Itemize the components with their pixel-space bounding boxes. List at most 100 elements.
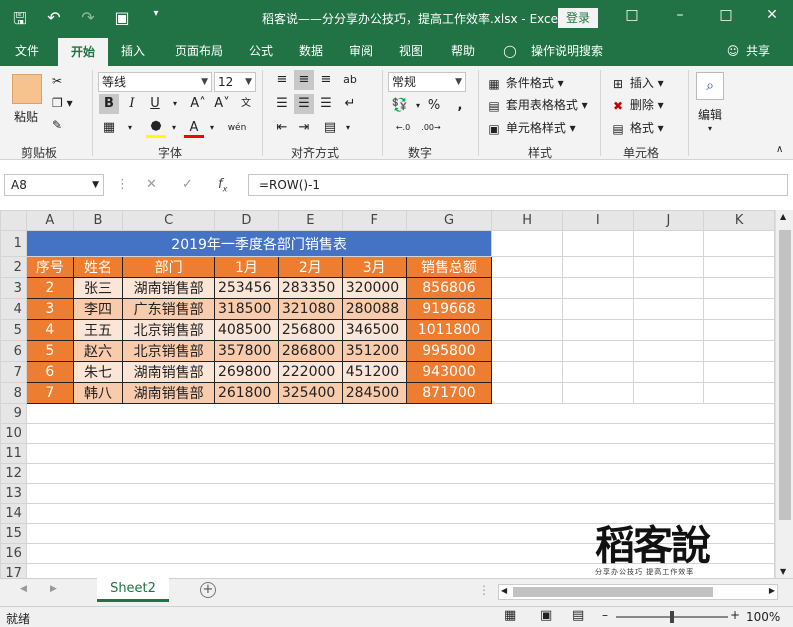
cell[interactable]: [562, 277, 634, 299]
header-cell[interactable]: 3月: [341, 256, 407, 278]
tab-data[interactable]: 数据: [290, 36, 332, 66]
fill-color-icon[interactable]: ⯄: [146, 118, 166, 138]
data-cell[interactable]: 283350: [277, 277, 343, 299]
cell[interactable]: [491, 298, 563, 320]
increase-font-icon[interactable]: A˄: [188, 94, 208, 114]
cell[interactable]: [703, 319, 775, 341]
decrease-font-icon[interactable]: A˅: [212, 94, 232, 114]
formula-input[interactable]: =ROW()-1: [248, 174, 788, 196]
data-cell[interactable]: 351200: [341, 340, 407, 362]
data-cell[interactable]: 王五: [72, 319, 124, 341]
decrease-indent-icon[interactable]: ⇤: [272, 118, 292, 138]
cell[interactable]: [562, 340, 634, 362]
wrap-text-icon[interactable]: ↵: [340, 94, 360, 114]
scroll-thumb[interactable]: [779, 230, 791, 520]
font-size-select[interactable]: 12 ▼: [214, 72, 256, 92]
percent-icon[interactable]: %: [424, 96, 444, 116]
data-cell[interactable]: 赵六: [72, 340, 124, 362]
next-sheet-icon[interactable]: ▶: [50, 584, 57, 594]
data-cell[interactable]: 朱七: [72, 361, 124, 383]
orientation-icon[interactable]: ab: [340, 70, 360, 90]
cell[interactable]: [491, 319, 563, 341]
editing-dropdown-icon[interactable]: ▾: [708, 124, 712, 133]
merge-center-icon[interactable]: ▤: [320, 118, 340, 138]
data-cell[interactable]: 6: [25, 361, 74, 383]
tab-home[interactable]: 开始: [58, 38, 108, 66]
row-header[interactable]: 11: [0, 443, 27, 464]
cell[interactable]: [703, 230, 775, 257]
prev-sheet-icon[interactable]: ◀: [20, 584, 27, 594]
font-color-dropdown-icon[interactable]: ▾: [202, 118, 222, 138]
data-cell[interactable]: 321080: [277, 298, 343, 320]
cell[interactable]: [632, 298, 705, 320]
header-cell[interactable]: 姓名: [72, 256, 124, 278]
data-cell[interactable]: 320000: [341, 277, 407, 299]
borders-icon[interactable]: ▦: [99, 118, 119, 138]
data-cell[interactable]: 5: [25, 340, 74, 362]
data-cell[interactable]: 269800: [213, 361, 279, 383]
fill-color-dropdown-icon[interactable]: ▾: [164, 118, 184, 138]
page-break-view-icon[interactable]: ▤: [572, 608, 584, 623]
add-sheet-icon[interactable]: +: [200, 582, 216, 598]
column-header[interactable]: F: [341, 210, 407, 231]
conditional-format-button[interactable]: ▦ 条件格式 ▾: [486, 74, 563, 92]
tab-page-layout[interactable]: 页面布局: [164, 36, 234, 66]
data-cell[interactable]: 856806: [405, 277, 493, 299]
row-header[interactable]: 4: [0, 298, 27, 320]
tab-review[interactable]: 审阅: [340, 36, 382, 66]
data-cell[interactable]: 318500: [213, 298, 279, 320]
horizontal-scrollbar[interactable]: ◀ ▶: [498, 584, 778, 600]
data-cell[interactable]: 943000: [405, 361, 493, 383]
data-cell[interactable]: 7: [25, 382, 74, 404]
underline-button[interactable]: U: [145, 94, 165, 114]
redo-icon[interactable]: ↷: [78, 8, 98, 35]
enter-icon[interactable]: ✓: [182, 177, 193, 192]
cell[interactable]: [491, 382, 563, 404]
vertical-scrollbar[interactable]: ▲ ▼: [775, 210, 793, 578]
data-cell[interactable]: 280088: [341, 298, 407, 320]
data-cell[interactable]: 408500: [213, 319, 279, 341]
cut-icon[interactable]: ✂: [52, 74, 62, 88]
ribbon-display-icon[interactable]: □: [620, 7, 644, 23]
cell[interactable]: [562, 256, 634, 278]
row-header[interactable]: 10: [0, 423, 27, 444]
row-header[interactable]: 1: [0, 230, 27, 257]
row-header[interactable]: 9: [0, 403, 27, 424]
cell[interactable]: [632, 256, 705, 278]
column-header[interactable]: D: [213, 210, 279, 231]
tab-formulas[interactable]: 公式: [240, 36, 282, 66]
page-layout-view-icon[interactable]: ▣: [540, 608, 552, 623]
hscroll-thumb[interactable]: [513, 587, 713, 597]
tell-me-search[interactable]: 操作说明搜索: [524, 36, 610, 66]
cell[interactable]: [491, 256, 563, 278]
row-header[interactable]: 14: [0, 503, 27, 524]
close-icon[interactable]: ✕: [760, 7, 784, 23]
bold-button[interactable]: B: [99, 94, 119, 114]
cell[interactable]: [703, 361, 775, 383]
customize-qat-icon[interactable]: ▾: [146, 8, 166, 35]
row-header[interactable]: 13: [0, 483, 27, 504]
row-header[interactable]: 6: [0, 340, 27, 362]
cell[interactable]: [703, 340, 775, 362]
column-header[interactable]: J: [632, 210, 705, 231]
cell[interactable]: [632, 230, 705, 257]
cell[interactable]: [562, 298, 634, 320]
data-cell[interactable]: 2: [25, 277, 74, 299]
column-header[interactable]: A: [25, 210, 74, 231]
data-cell[interactable]: 253456: [213, 277, 279, 299]
data-cell[interactable]: 451200: [341, 361, 407, 383]
data-cell[interactable]: 222000: [277, 361, 343, 383]
header-cell[interactable]: 销售总额: [405, 256, 493, 278]
data-cell[interactable]: 李四: [72, 298, 124, 320]
format-painter-icon[interactable]: ✎: [52, 118, 62, 132]
data-cell[interactable]: 871700: [405, 382, 493, 404]
data-cell[interactable]: 北京销售部: [122, 340, 215, 362]
cell[interactable]: [491, 361, 563, 383]
zoom-slider-thumb[interactable]: [670, 611, 674, 623]
editing-button[interactable]: 编辑: [698, 106, 722, 123]
share-button[interactable]: 共享: [742, 36, 774, 66]
tab-insert[interactable]: 插入: [112, 36, 154, 66]
cell[interactable]: [491, 277, 563, 299]
empty-row[interactable]: [25, 403, 775, 424]
copy-icon[interactable]: ❐ ▾: [52, 96, 73, 110]
